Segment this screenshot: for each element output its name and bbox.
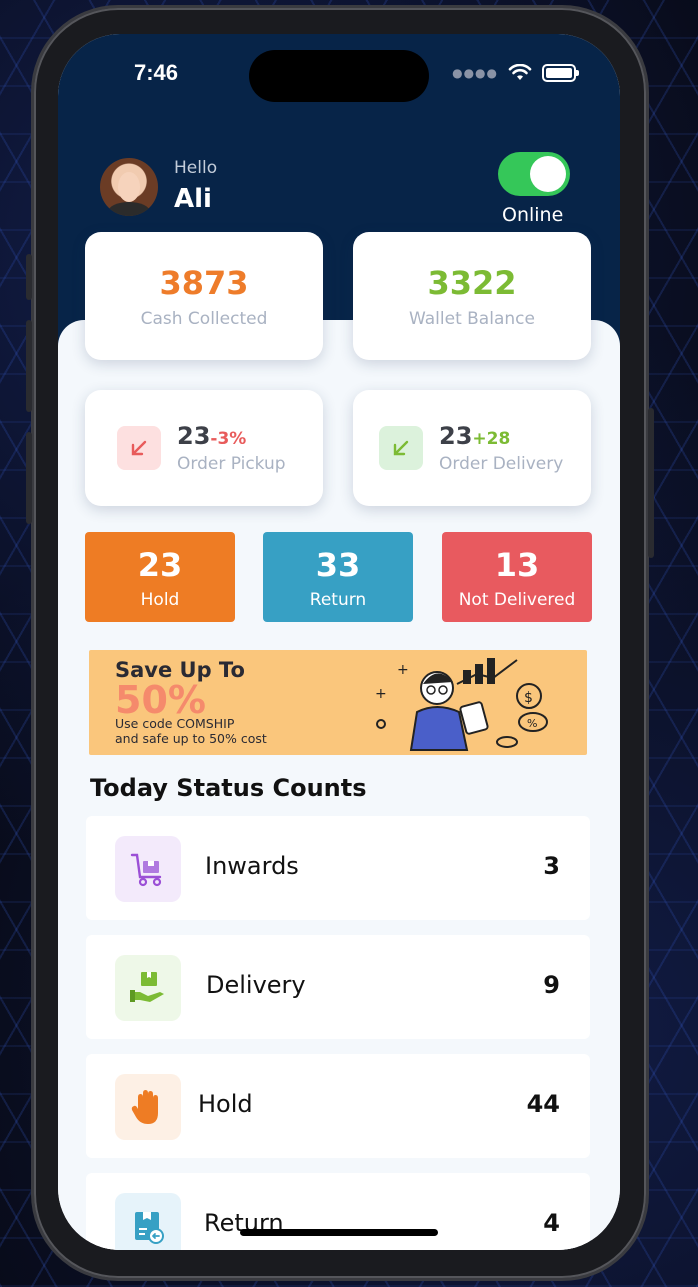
section-title: Today Status Counts [90, 774, 367, 802]
status-label: Inwards [205, 852, 299, 880]
order-delivery-value-line: 23+28 [439, 422, 510, 450]
online-label: Online [502, 204, 564, 226]
status-count: 4 [543, 1209, 560, 1237]
status-count: 44 [526, 1090, 560, 1118]
wallet-balance-value: 3322 [427, 264, 517, 302]
cash-collected-label: Cash Collected [140, 309, 268, 329]
not-delivered-tile[interactable]: 13 Not Delivered [442, 532, 592, 622]
status-time: 7:46 [134, 60, 179, 85]
app-screen: 7:46 ●●●● Hello Ali Online 3873 Cash Col… [58, 34, 620, 1250]
svg-text:%: % [527, 717, 537, 730]
svg-text:$: $ [524, 690, 533, 706]
cash-collected-value: 3873 [159, 264, 249, 302]
online-toggle[interactable] [498, 152, 570, 196]
promo-illustration: $ % + + [375, 658, 548, 751]
status-row-delivery[interactable]: Delivery 9 [86, 935, 590, 1039]
status-icons: ●●●● [452, 64, 579, 82]
status-count: 9 [543, 971, 560, 999]
order-delivery-delta: +28 [472, 429, 511, 449]
status-label: Delivery [206, 971, 306, 999]
hold-tile-value: 23 [137, 546, 183, 584]
order-pickup-delta: -3% [210, 429, 247, 449]
promo-code-line: Use code COMSHIP [115, 716, 235, 731]
status-row-inwards[interactable]: Inwards 3 [86, 816, 590, 920]
hand-stop-icon [115, 1074, 181, 1140]
svg-text:+: + [397, 662, 409, 678]
status-row-return[interactable]: Return 4 [86, 1173, 590, 1250]
avatar[interactable] [100, 158, 158, 216]
not-delivered-tile-label: Not Delivered [458, 590, 576, 610]
svg-text:+: + [375, 686, 387, 702]
wallet-balance-label: Wallet Balance [409, 309, 535, 329]
return-tile[interactable]: 33 Return [263, 532, 413, 622]
order-delivery-card[interactable]: 23+28 Order Delivery [353, 390, 591, 506]
order-delivery-value: 23 [439, 422, 473, 450]
status-row-hold[interactable]: Hold 44 [86, 1054, 590, 1158]
arrow-down-left-icon [117, 426, 161, 470]
order-pickup-value-line: 23-3% [177, 422, 246, 450]
order-pickup-label: Order Pickup [177, 454, 286, 474]
hold-tile-label: Hold [140, 590, 180, 610]
arrow-down-left-icon [379, 426, 423, 470]
user-name: Ali [174, 184, 212, 214]
return-box-icon [115, 1193, 181, 1250]
hold-tile[interactable]: 23 Hold [85, 532, 235, 622]
toggle-knob [530, 156, 566, 192]
promo-description: Use code COMSHIP and safe up to 50% cost [115, 716, 375, 746]
cellular-icon: ●●●● [452, 66, 498, 80]
order-pickup-value: 23 [177, 422, 211, 450]
dynamic-island [249, 50, 429, 102]
not-delivered-tile-value: 13 [494, 546, 540, 584]
cart-icon [115, 836, 181, 902]
delivery-box-hand-icon [115, 955, 181, 1021]
promo-banner[interactable]: Save Up To 50% Use code COMSHIP and safe… [89, 650, 587, 755]
status-label: Hold [198, 1090, 253, 1118]
promo-savings-line: and safe up to 50% cost [115, 731, 267, 746]
cash-collected-card[interactable]: 3873 Cash Collected [85, 232, 323, 360]
home-indicator[interactable] [240, 1229, 438, 1236]
order-pickup-card[interactable]: 23-3% Order Pickup [85, 390, 323, 506]
greeting-text: Hello [174, 158, 218, 178]
order-delivery-label: Order Delivery [439, 454, 564, 474]
return-tile-value: 33 [315, 546, 361, 584]
battery-icon [542, 64, 579, 82]
return-tile-label: Return [309, 590, 367, 610]
wifi-icon [508, 64, 532, 80]
status-count: 3 [543, 852, 560, 880]
wallet-balance-card[interactable]: 3322 Wallet Balance [353, 232, 591, 360]
